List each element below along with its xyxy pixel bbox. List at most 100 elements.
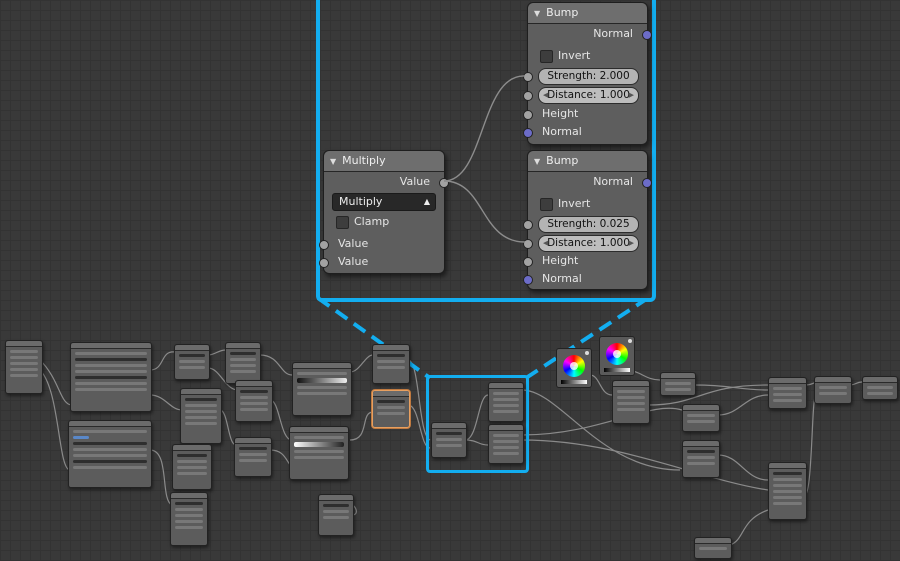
bump-bottom-invert-row: Invert xyxy=(528,195,647,213)
bump-top-header[interactable]: ▼ Bump xyxy=(528,3,647,24)
bump-top-distance-row: ◀ Distance: 1.000 ▶ xyxy=(523,86,647,104)
distance-field[interactable]: ◀ Distance: 1.000 ▶ xyxy=(538,87,639,104)
node-mapping-1[interactable] xyxy=(70,342,152,412)
bump-top-height-row: Height xyxy=(523,105,647,123)
bump-top-normal-row: Normal xyxy=(523,123,647,141)
height-input-socket[interactable] xyxy=(523,257,533,267)
decrement-arrow-icon[interactable]: ◀ xyxy=(543,236,548,251)
operation-dropdown[interactable]: Multiply ▲ xyxy=(332,193,436,211)
distance-value: Distance: 1.000 xyxy=(547,89,630,101)
rgb-node-2[interactable] xyxy=(599,336,635,376)
node-noise-2[interactable] xyxy=(172,444,212,490)
multiply-node-title: Multiply xyxy=(342,154,386,167)
bump-bottom-output-label: Normal xyxy=(593,175,633,188)
node-principled-bsdf[interactable] xyxy=(768,462,807,520)
value-input-socket-1[interactable] xyxy=(319,240,329,250)
disclosure-triangle-icon[interactable]: ▼ xyxy=(534,152,540,172)
clamp-label: Clamp xyxy=(354,215,390,228)
bump-bottom-distance-row: ◀ Distance: 1.000 ▶ xyxy=(523,234,647,252)
disclosure-triangle-icon[interactable]: ▼ xyxy=(330,152,336,172)
node-math-2[interactable] xyxy=(225,342,261,384)
strength-field[interactable]: Strength: 2.000 xyxy=(538,68,639,85)
decrement-arrow-icon[interactable]: ◀ xyxy=(543,88,548,103)
node-mapping-2[interactable] xyxy=(68,420,152,488)
bump-top-strength-row: Strength: 2.000 xyxy=(523,67,647,85)
distance-input-socket[interactable] xyxy=(523,91,533,101)
clamp-checkbox[interactable] xyxy=(336,216,349,229)
bump-node-bottom[interactable]: ▼ Bump Normal Invert Strength: 0.025 ◀ Di… xyxy=(523,150,652,290)
distance-field[interactable]: ◀ Distance: 1.000 ▶ xyxy=(538,235,639,252)
node-mix-2[interactable] xyxy=(660,372,696,396)
multiply-input-1: Value xyxy=(319,235,444,253)
strength-field[interactable]: Strength: 0.025 xyxy=(538,216,639,233)
bump-bottom-title: Bump xyxy=(546,154,579,167)
multiply-node-header[interactable]: ▼ Multiply xyxy=(324,151,444,172)
invert-checkbox[interactable] xyxy=(540,50,553,63)
normal-label: Normal xyxy=(542,272,582,285)
normal-output-socket[interactable] xyxy=(642,30,652,40)
multiply-operation-row: Multiply ▲ xyxy=(324,193,444,211)
node-multiply-mini[interactable] xyxy=(431,422,467,458)
node-bsdf-2[interactable] xyxy=(682,404,720,432)
bump-bottom-output-row: Normal xyxy=(528,173,652,191)
bump-top-title: Bump xyxy=(546,6,579,19)
invert-checkbox[interactable] xyxy=(540,198,553,211)
invert-label: Invert xyxy=(558,197,591,210)
node-math-1[interactable] xyxy=(174,344,210,380)
normal-output-socket[interactable] xyxy=(642,178,652,188)
node-colorramp-2[interactable] xyxy=(289,426,349,480)
invert-label: Invert xyxy=(558,49,591,62)
normal-input-socket[interactable] xyxy=(523,128,533,138)
node-mix-1[interactable] xyxy=(372,344,410,384)
bump-top-output-label: Normal xyxy=(593,27,633,40)
node-texture-coordinate[interactable] xyxy=(5,340,43,394)
distance-input-socket[interactable] xyxy=(523,239,533,249)
multiply-output-label: Value xyxy=(399,175,430,188)
node-bump-mini-2[interactable] xyxy=(488,424,524,464)
value-input-label-2: Value xyxy=(338,255,369,268)
bump-bottom-header[interactable]: ▼ Bump xyxy=(528,151,647,172)
node-mix-selected[interactable] xyxy=(372,390,410,428)
disclosure-triangle-icon[interactable]: ▼ xyxy=(534,4,540,24)
bump-bottom-normal-row: Normal xyxy=(523,270,647,288)
increment-arrow-icon[interactable]: ▶ xyxy=(629,236,634,251)
value-input-socket-2[interactable] xyxy=(319,258,329,268)
strength-input-socket[interactable] xyxy=(523,220,533,230)
bump-top-invert-row: Invert xyxy=(528,47,647,65)
normal-label: Normal xyxy=(542,125,582,138)
value-input-label-1: Value xyxy=(338,237,369,250)
increment-arrow-icon[interactable]: ▶ xyxy=(629,88,634,103)
color-wheel-icon[interactable] xyxy=(606,343,628,365)
node-noise-1[interactable] xyxy=(180,388,222,444)
bump-node-top[interactable]: ▼ Bump Normal Invert Strength: 2.000 ◀ Di… xyxy=(523,2,652,145)
node-material-output[interactable] xyxy=(862,376,898,400)
multiply-output-socket[interactable] xyxy=(439,178,449,188)
bump-bottom-strength-row: Strength: 0.025 xyxy=(523,215,647,233)
height-input-socket[interactable] xyxy=(523,110,533,120)
node-math-6[interactable] xyxy=(318,494,354,536)
strength-value: Strength: 2.000 xyxy=(547,70,630,82)
node-mix-shader[interactable] xyxy=(768,377,807,409)
updown-arrows-icon: ▲ xyxy=(423,197,430,206)
node-colorramp-1[interactable] xyxy=(292,362,352,416)
bump-top-output-row: Normal xyxy=(528,25,652,43)
operation-value: Multiply xyxy=(339,195,383,208)
node-bsdf-3[interactable] xyxy=(682,440,720,478)
node-editor-canvas[interactable]: ▼ Multiply Value Multiply ▲ Clamp Value xyxy=(0,0,900,561)
node-bump-mini-1[interactable] xyxy=(488,382,524,422)
multiply-input-2: Value xyxy=(319,253,444,271)
node-bsdf-1[interactable] xyxy=(612,380,650,424)
strength-input-socket[interactable] xyxy=(523,72,533,82)
multiply-node[interactable]: ▼ Multiply Value Multiply ▲ Clamp Value xyxy=(319,150,449,274)
node-add-shader[interactable] xyxy=(814,376,852,404)
distance-value: Distance: 1.000 xyxy=(547,237,630,249)
color-wheel-icon[interactable] xyxy=(563,355,585,377)
node-math-5[interactable] xyxy=(170,492,208,546)
node-math-4[interactable] xyxy=(234,437,272,477)
zoom-callout: ▼ Multiply Value Multiply ▲ Clamp Value xyxy=(316,0,656,302)
normal-input-socket[interactable] xyxy=(523,275,533,285)
bump-bottom-height-row: Height xyxy=(523,252,647,270)
rgb-node-1[interactable] xyxy=(556,348,592,388)
node-value[interactable] xyxy=(694,537,732,559)
node-math-3[interactable] xyxy=(235,380,273,422)
